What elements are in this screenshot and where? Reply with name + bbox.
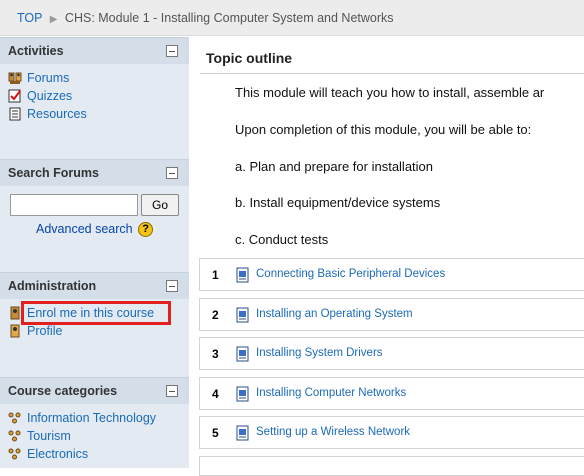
search-input[interactable] bbox=[10, 194, 138, 216]
topic-section: 5 Setting up a Wireless Network bbox=[199, 416, 584, 449]
section-number: 2 bbox=[212, 308, 219, 322]
activities-header: Activities bbox=[0, 37, 189, 64]
course-categories-header: Course categories bbox=[0, 377, 189, 404]
sidebar-item-tourism[interactable]: Tourism bbox=[0, 427, 189, 445]
topic-section: 4 Installing Computer Networks bbox=[199, 377, 584, 410]
summary-line: a. Plan and prepare for installation bbox=[235, 159, 434, 174]
document-icon bbox=[236, 386, 249, 402]
section-link[interactable]: Installing an Operating System bbox=[256, 308, 413, 320]
advanced-search: Advanced search ? bbox=[36, 222, 154, 238]
summary-line: Upon completion of this module, you will… bbox=[235, 122, 532, 137]
sidebar-item-label[interactable]: Quizzes bbox=[27, 89, 72, 103]
summary-line: b. Install equipment/device systems bbox=[235, 195, 441, 210]
document-icon bbox=[236, 346, 249, 362]
sidebar-item-electronics[interactable]: Electronics bbox=[0, 445, 189, 463]
forum-icon bbox=[8, 72, 22, 84]
breadcrumb-current: CHS: Module 1 - Installing Computer Syst… bbox=[64, 11, 394, 25]
sidebar-item-label[interactable]: Resources bbox=[27, 107, 87, 121]
collapse-icon[interactable] bbox=[166, 167, 178, 179]
document-icon bbox=[236, 425, 249, 441]
category-icon bbox=[8, 448, 21, 460]
document-icon bbox=[236, 307, 249, 323]
breadcrumb-separator-icon: ▶ bbox=[49, 14, 58, 25]
resource-icon bbox=[9, 107, 21, 121]
sidebar-item-label[interactable]: Electronics bbox=[27, 447, 88, 461]
page-title: Topic outline bbox=[206, 50, 293, 66]
advanced-search-link[interactable]: Advanced search bbox=[36, 222, 133, 236]
administration-title: Administration bbox=[8, 279, 97, 293]
help-icon[interactable]: ? bbox=[138, 222, 154, 238]
section-number: 5 bbox=[212, 426, 219, 440]
administration-header: Administration bbox=[0, 272, 189, 299]
section-number: 4 bbox=[212, 387, 219, 401]
breadcrumb-top-link[interactable]: TOP bbox=[17, 11, 42, 25]
profile-icon bbox=[10, 324, 20, 338]
section-link[interactable]: Installing Computer Networks bbox=[256, 387, 406, 399]
summary-line: This module will teach you how to instal… bbox=[235, 85, 545, 100]
sidebar-item-quizzes[interactable]: Quizzes bbox=[0, 87, 189, 105]
topic-section: 3 Installing System Drivers bbox=[199, 337, 584, 370]
sidebar-item-information-technology[interactable]: Information Technology bbox=[0, 409, 189, 427]
search-forums-header: Search Forums bbox=[0, 159, 189, 186]
search-forums-block: Search Forums Go Advanced search ? bbox=[0, 159, 189, 238]
section-link[interactable]: Setting up a Wireless Network bbox=[256, 426, 410, 438]
sidebar-item-label[interactable]: Forums bbox=[27, 71, 69, 85]
sidebar-item-profile[interactable]: Profile bbox=[0, 322, 189, 340]
course-categories-title: Course categories bbox=[8, 384, 118, 398]
document-icon bbox=[236, 267, 249, 283]
search-row: Go Advanced search ? bbox=[0, 194, 189, 238]
section-link[interactable]: Connecting Basic Peripheral Devices bbox=[256, 268, 445, 280]
topic-section: 1 Connecting Basic Peripheral Devices bbox=[199, 258, 584, 291]
section-number: 1 bbox=[212, 268, 219, 282]
search-forums-title: Search Forums bbox=[8, 166, 100, 180]
sidebar-item-forums[interactable]: Forums bbox=[0, 69, 189, 87]
breadcrumb: TOP ▶ CHS: Module 1 - Installing Compute… bbox=[0, 0, 584, 36]
section-link[interactable]: Installing System Drivers bbox=[256, 347, 383, 359]
sidebar-item-label[interactable]: Enrol me in this course bbox=[27, 306, 154, 320]
topic-section-partial bbox=[199, 456, 584, 476]
collapse-icon[interactable] bbox=[166, 280, 178, 292]
sidebar-item-resources[interactable]: Resources bbox=[0, 105, 189, 123]
main-content: Topic outline This module will teach you… bbox=[190, 37, 584, 476]
go-button[interactable]: Go bbox=[141, 194, 179, 216]
divider bbox=[200, 73, 584, 74]
administration-block: Administration Enrol me in this course P… bbox=[0, 272, 189, 340]
sidebar-item-label[interactable]: Profile bbox=[27, 324, 62, 338]
course-categories-block: Course categories Information Technology… bbox=[0, 377, 189, 463]
sidebar: Activities Forums Quizzes Resources Sear… bbox=[0, 37, 189, 468]
collapse-icon[interactable] bbox=[166, 385, 178, 397]
summary-line: c. Conduct tests bbox=[235, 232, 329, 247]
activities-title: Activities bbox=[8, 44, 64, 58]
sidebar-item-label[interactable]: Tourism bbox=[27, 429, 71, 443]
category-icon bbox=[8, 412, 21, 424]
topic-section: 2 Installing an Operating System bbox=[199, 298, 584, 331]
category-icon bbox=[8, 430, 21, 442]
collapse-icon[interactable] bbox=[166, 45, 178, 57]
enrol-icon bbox=[10, 306, 20, 320]
sidebar-item-label[interactable]: Information Technology bbox=[27, 411, 156, 425]
sidebar-item-enrol[interactable]: Enrol me in this course bbox=[0, 304, 189, 322]
activities-block: Activities Forums Quizzes Resources bbox=[0, 37, 189, 123]
section-number: 3 bbox=[212, 347, 219, 361]
quiz-icon bbox=[8, 89, 21, 103]
